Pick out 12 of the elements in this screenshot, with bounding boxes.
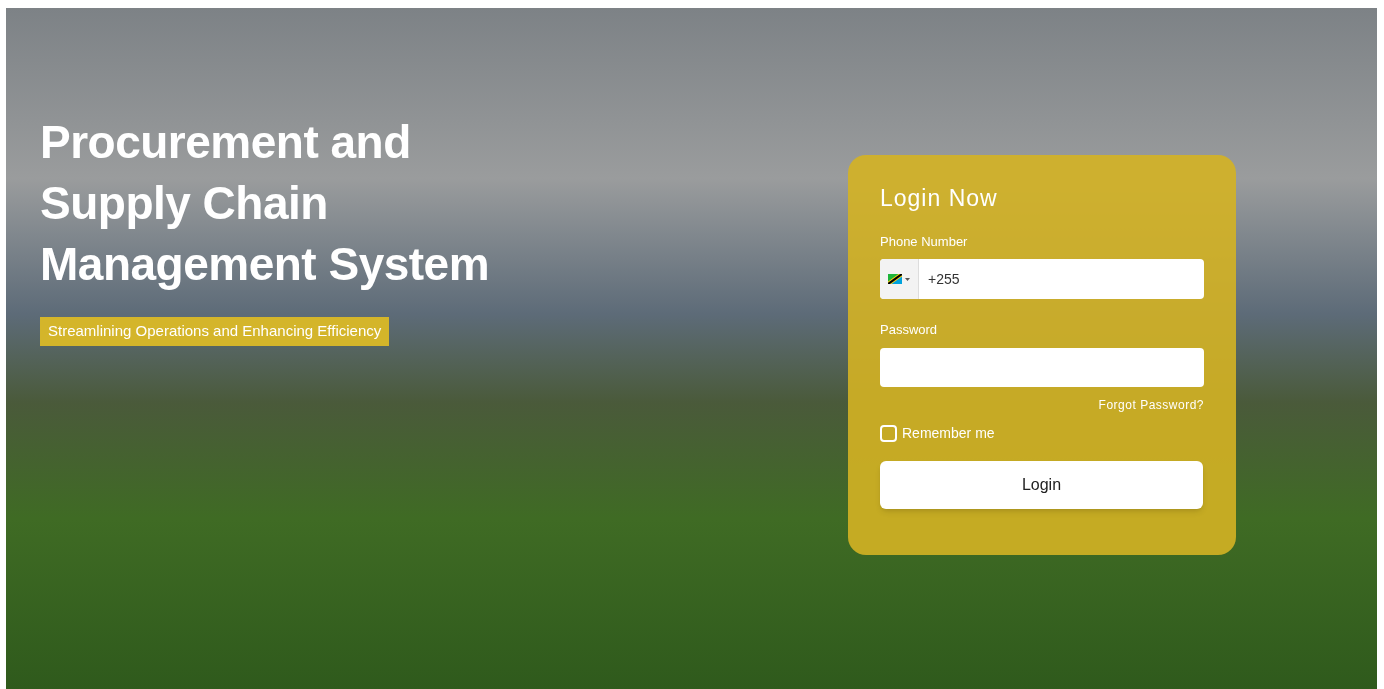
login-button[interactable]: Login — [880, 460, 1203, 509]
password-field[interactable] — [880, 347, 1204, 387]
flag-icon — [888, 274, 902, 284]
caret-icon — [905, 277, 910, 281]
hero-title: Procurement and Supply Chain Management System — [40, 115, 490, 292]
country-selector[interactable] — [880, 259, 919, 299]
remember-checkbox[interactable] — [880, 424, 897, 442]
tagline: Streamlining Operations and Enhancing Efficiency — [40, 317, 390, 346]
login-title: Login Now — [880, 184, 998, 213]
remember-label: Remember me — [902, 423, 995, 443]
phone-label: Phone Number — [880, 232, 968, 251]
password-label: Password — [880, 321, 938, 339]
